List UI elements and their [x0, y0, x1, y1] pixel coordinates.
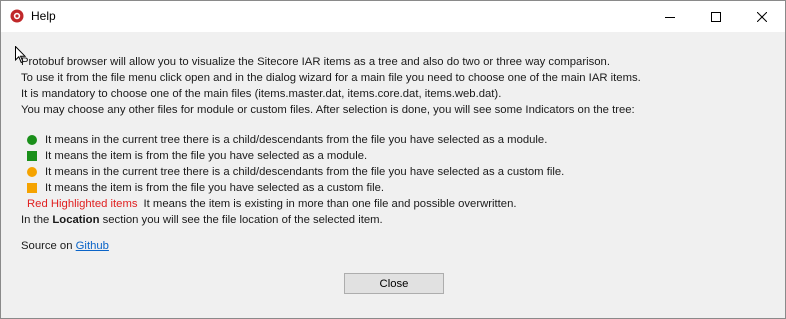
- source-note: Source on Github: [21, 238, 109, 254]
- legend-text: It means the item is from the file you h…: [45, 182, 385, 194]
- minimize-button[interactable]: [647, 1, 693, 32]
- legend-item-red-highlight: Red Highlighted items It means the item …: [27, 196, 564, 212]
- help-content: Protobuf browser will allow you to visua…: [1, 32, 785, 318]
- legend-item: It means in the current tree there is a …: [27, 132, 564, 148]
- legend-item: It means the item is from the file you h…: [27, 148, 564, 164]
- location-suffix: section you will see the file location o…: [99, 214, 383, 226]
- legend-text: It means the item is from the file you h…: [45, 150, 368, 162]
- minimize-icon: [665, 16, 675, 18]
- legend-text: It means in the current tree there is a …: [45, 166, 565, 178]
- orange-circle-icon: [27, 167, 37, 177]
- legend-item: It means the item is from the file you h…: [27, 180, 564, 196]
- app-icon: [10, 9, 24, 23]
- source-prefix: Source on: [21, 240, 76, 252]
- legend-text: It means in the current tree there is a …: [45, 134, 548, 146]
- intro-line: To use it from the file menu click open …: [21, 72, 641, 84]
- close-window-button[interactable]: [739, 1, 785, 32]
- title-bar[interactable]: Help: [1, 1, 785, 32]
- intro-line: You may choose any other files for modul…: [21, 104, 635, 116]
- orange-square-icon: [27, 183, 37, 193]
- intro-text: Protobuf browser will allow you to visua…: [21, 54, 641, 118]
- red-highlight-label: Red Highlighted items: [27, 198, 138, 210]
- window-title: Help: [31, 9, 56, 23]
- maximize-button[interactable]: [693, 1, 739, 32]
- legend-text: It means the item is existing in more th…: [143, 198, 517, 210]
- green-circle-icon: [27, 135, 37, 145]
- github-link[interactable]: Github: [76, 240, 109, 252]
- intro-line: Protobuf browser will allow you to visua…: [21, 56, 610, 68]
- close-button[interactable]: Close: [344, 273, 444, 294]
- location-note: In the Location section you will see the…: [21, 212, 383, 228]
- maximize-icon: [711, 11, 721, 22]
- legend-item: It means in the current tree there is a …: [27, 164, 564, 180]
- help-window: Help Protobuf browser will allow you to …: [0, 0, 786, 319]
- close-icon: [757, 11, 767, 22]
- green-square-icon: [27, 151, 37, 161]
- location-bold: Location: [52, 214, 100, 226]
- indicator-legend: It means in the current tree there is a …: [27, 132, 564, 212]
- intro-line: It is mandatory to choose one of the mai…: [21, 88, 502, 100]
- location-prefix: In the: [21, 214, 53, 226]
